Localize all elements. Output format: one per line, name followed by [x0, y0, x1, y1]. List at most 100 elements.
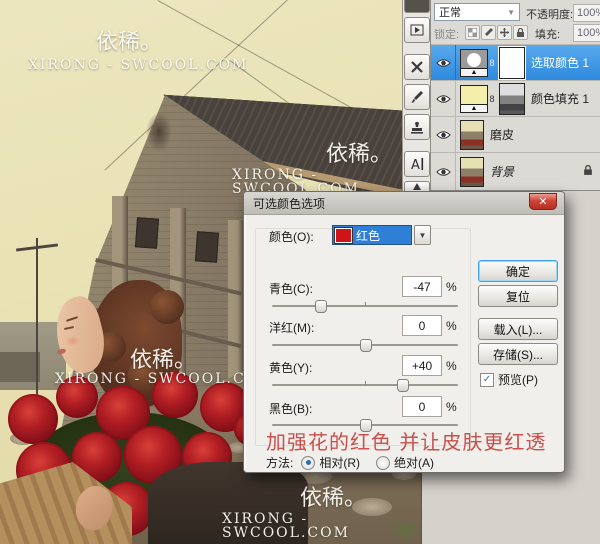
pen-tool-icon [411, 183, 423, 191]
image-layer-thumbnail[interactable] [460, 157, 484, 187]
lock-all-button[interactable] [513, 25, 528, 40]
watermark: 依稀。 [326, 144, 392, 166]
layer-name[interactable]: 背景 [490, 163, 514, 180]
play-tool-icon [410, 24, 424, 36]
visibility-toggle[interactable] [431, 117, 456, 152]
load-button-label: 载入(L)... [494, 321, 543, 338]
layer-row-background[interactable]: 背景 [431, 152, 600, 190]
close-icon: ✕ [538, 195, 547, 208]
image-layer-thumbnail[interactable] [460, 120, 484, 150]
color-dropdown-arrow[interactable]: ▼ [414, 225, 431, 245]
crossed-tools-button[interactable] [404, 54, 430, 80]
layer-name[interactable]: 选取颜色 1 [531, 54, 589, 71]
layer-mask-thumbnail[interactable] [499, 47, 525, 79]
radio-absolute[interactable] [376, 456, 390, 470]
black-label: 黑色(B): [269, 400, 312, 417]
radio-absolute-label[interactable]: 绝对(A) [394, 454, 434, 471]
eye-icon [436, 58, 451, 68]
layer-row-selective-color[interactable]: ▲ 8 选取颜色 1 [431, 44, 600, 80]
method-label: 方法: [266, 454, 293, 471]
watermark-line2: XIRONG - SWCOOL.COM [222, 512, 421, 540]
radio-selected-dot [306, 460, 311, 465]
lock-position-button[interactable] [497, 25, 512, 40]
layer-name[interactable]: 颜色填充 1 [531, 90, 589, 107]
save-button[interactable]: 存储(S)... [478, 343, 558, 365]
crossed-tools-icon [410, 60, 424, 74]
fill-layer-thumbnail[interactable]: ▲ [460, 85, 488, 113]
window [135, 217, 159, 248]
yellow-value-text: +40 [412, 359, 432, 373]
lock-transparency-button[interactable] [465, 25, 480, 40]
partial-tool-button[interactable] [404, 0, 430, 13]
yellow-slider[interactable] [272, 384, 458, 386]
type-tool-button[interactable]: A [404, 151, 430, 177]
visibility-toggle[interactable] [431, 45, 456, 80]
yellow-unit: % [446, 359, 457, 373]
eye-icon [436, 167, 451, 177]
radio-relative[interactable] [301, 456, 315, 470]
reset-button[interactable]: 复位 [478, 285, 558, 307]
watermark: XIRONG - SWCOOL.COM [222, 512, 421, 540]
wall-stain [146, 112, 172, 152]
stamp-tool-button[interactable] [404, 114, 430, 140]
tutorial-annotation: 加强花的红色 并让皮肤更红透 [266, 426, 562, 455]
watermark-line1: 依稀。 [96, 32, 162, 54]
yellow-slider-thumb[interactable] [397, 379, 409, 392]
visibility-toggle[interactable] [431, 153, 456, 190]
visibility-toggle[interactable] [431, 81, 456, 116]
cyan-unit: % [446, 280, 457, 294]
cyan-value[interactable]: -47 [402, 276, 442, 297]
black-value[interactable]: 0 [402, 396, 442, 417]
watermark-line1: 依稀。 [300, 488, 366, 510]
layers-panel: 正常 ▼ 不透明度: 100% 锁定: 填充: 100% [430, 0, 600, 191]
layer-row-color-fill[interactable]: ▲ 8 颜色填充 1 [431, 80, 600, 116]
blend-mode-select[interactable]: 正常 ▼ [434, 3, 520, 21]
check-icon: ✓ [483, 374, 491, 385]
opacity-value[interactable]: 100% [573, 4, 600, 22]
fill-value[interactable]: 100% [573, 24, 600, 42]
cyan-slider[interactable] [272, 305, 458, 307]
lock-row: 锁定: 填充: 100% [433, 23, 599, 42]
magenta-unit: % [446, 319, 457, 333]
yellow-label: 黄色(Y): [269, 359, 312, 376]
layer-row-smoothing[interactable]: 磨皮 [431, 116, 600, 152]
play-tool-button[interactable] [404, 17, 430, 43]
watermark-line1: 依稀。 [130, 350, 196, 372]
color-swatch-red [335, 228, 352, 243]
black-value-text: 0 [419, 400, 426, 414]
adjustment-slider-glyph: ▲ [461, 104, 487, 112]
preview-label[interactable]: 预览(P) [498, 371, 538, 388]
eye-icon [436, 94, 451, 104]
close-button[interactable]: ✕ [529, 193, 557, 210]
layer-name[interactable]: 磨皮 [490, 126, 514, 143]
ok-button[interactable]: 确定 [478, 260, 558, 282]
cyan-slider-thumb[interactable] [315, 300, 327, 313]
lock-pixels-button[interactable] [481, 25, 496, 40]
brush-tool-icon [410, 90, 424, 104]
hair-curl [150, 290, 184, 324]
radio-relative-label[interactable]: 相对(R) [319, 454, 360, 471]
adjustment-layer-thumbnail[interactable]: ▲ [460, 49, 488, 77]
magenta-value[interactable]: 0 [402, 315, 442, 336]
layer-mask-thumbnail[interactable] [499, 83, 525, 115]
dialog-titlebar[interactable]: 可选颜色选项 [244, 192, 564, 215]
watermark: 依稀。 [130, 350, 196, 372]
brush-tool-button[interactable] [404, 84, 430, 110]
watermark: 依稀。 [300, 488, 366, 510]
preview-checkbox[interactable]: ✓ [480, 373, 494, 387]
svg-text:A: A [411, 158, 420, 171]
opacity-label: 不透明度: [526, 6, 573, 22]
save-button-label: 存储(S)... [493, 346, 543, 363]
method-row: 方法: 相对(R) 绝对(A) [266, 454, 434, 471]
magenta-slider-thumb[interactable] [360, 339, 372, 352]
preview-row: ✓ 预览(P) [480, 371, 538, 388]
layer-lock-icon [583, 165, 593, 179]
lock-icon [516, 28, 525, 38]
load-button[interactable]: 载入(L)... [478, 318, 558, 340]
magenta-slider[interactable] [272, 344, 458, 346]
fill-value-text: 100% [577, 27, 600, 39]
adjustment-slider-glyph: ▲ [461, 68, 487, 76]
color-dropdown[interactable]: 红色 [332, 225, 412, 245]
yellow-value[interactable]: +40 [402, 355, 442, 376]
chevron-down-icon: ▼ [419, 231, 427, 240]
